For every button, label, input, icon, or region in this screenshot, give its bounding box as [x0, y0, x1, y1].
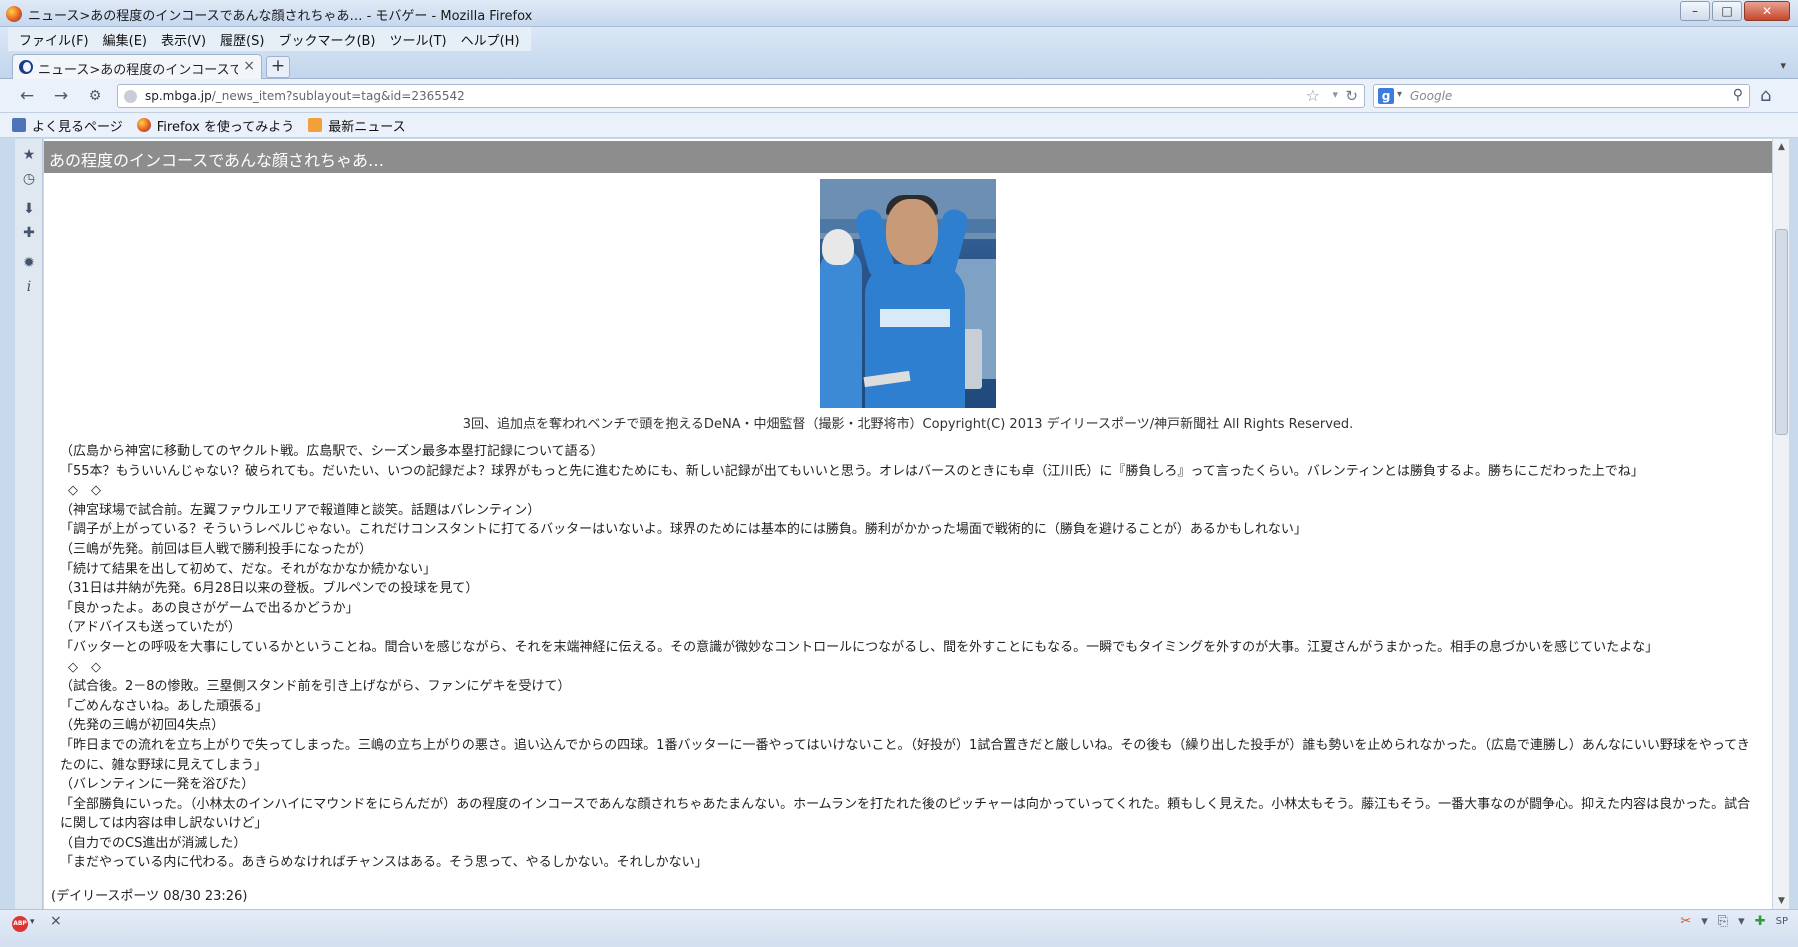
history-clock-icon[interactable]: ◷ [21, 171, 37, 187]
window-titlebar: ニュース>あの程度のインコースであんな顔されちゃあ… - モバゲー - Mozi… [0, 0, 1798, 27]
article-title: あの程度のインコースであんな顔されちゃあ… [49, 151, 385, 170]
article-paragraph: 「まだやっている内に代わる。あきらめなければチャンスはある。そう思って、やるしか… [60, 855, 708, 871]
tab-active[interactable]: ニュース>あの程度のインコースで... × [12, 54, 262, 79]
article-paragraph: （アドバイスも送っていたが） [60, 620, 241, 636]
addon-dropdown-icon[interactable]: ▾ [1738, 914, 1745, 929]
bookmark-getting-started[interactable]: Firefox を使ってみよう [136, 116, 294, 135]
settings-gear-icon[interactable]: ✹ [21, 255, 37, 271]
page-copy-icon[interactable]: ⎘ [1718, 914, 1728, 929]
menu-history[interactable]: 履歴(S) [213, 30, 271, 49]
article-paragraph: （先発の三嶋が初回4失点） [60, 718, 225, 734]
new-tab-button[interactable]: + [266, 56, 290, 78]
url-dropdown-icon[interactable]: ▾ [1332, 88, 1338, 101]
menu-bar: ファイル(F) 編集(E) 表示(V) 履歴(S) ブックマーク(B) ツール(… [0, 27, 1798, 51]
navigation-toolbar: ← → ⚙ sp.mbga.jp/_news_item?sublayout=ta… [0, 79, 1798, 113]
sp-addon-icon[interactable]: SP [1776, 916, 1788, 927]
bookmarks-toolbar: よく見るページ Firefox を使ってみよう 最新ニュース [0, 113, 1798, 138]
article-photo [820, 179, 996, 408]
article-body: （広島から神宮に移動してのヤクルト戦。広島駅で、シーズン最多本塁打記録について語… [60, 442, 1760, 873]
home-icon[interactable]: ⌂ [1760, 85, 1771, 106]
firefox-icon [136, 118, 151, 132]
bookmark-star-icon[interactable]: ☆ [1306, 86, 1320, 105]
addon-puzzle-icon[interactable]: ✚ [1755, 914, 1766, 929]
sidebar-toolbar: ★ ◷ ⬇ ✚ ✹ i [15, 139, 43, 909]
menu-file[interactable]: ファイル(F) [12, 30, 96, 49]
article-paragraph: （広島から神宮に移動してのヤクルト戦。広島駅で、シーズン最多本塁打記録について語… [60, 444, 604, 459]
rss-feed-icon [308, 118, 323, 132]
addon-bar: ABP ▾ × ✂ ▾ ⎘ ▾ ✚ SP [0, 909, 1798, 947]
article-paragraph: （神宮球場で試合前。左翼ファウルエリアで報道陣と談笑。話題はバレンティン） [60, 502, 541, 518]
section-divider: ◇ ◇ [68, 659, 101, 675]
url-bar[interactable]: sp.mbga.jp/_news_item?sublayout=tag&id=2… [117, 84, 1365, 108]
adblock-plus-icon[interactable]: ABP [12, 916, 28, 932]
addon-icons: ✂ ▾ ⎘ ▾ ✚ SP [1680, 914, 1788, 929]
section-divider: ◇ ◇ [68, 483, 101, 499]
bookmark-most-visited[interactable]: よく見るページ [12, 116, 123, 135]
addon-dropdown-icon[interactable]: ▾ [1701, 914, 1708, 929]
article-paragraph: （試合後。2－8の惨敗。三塁側スタンド前を引き上げながら、ファンにゲキを受けて） [60, 679, 571, 695]
adblock-dropdown-icon[interactable]: ▾ [30, 917, 35, 927]
vertical-scrollbar[interactable]: ▲ ▼ [1772, 139, 1789, 909]
forward-button[interactable]: → [50, 86, 72, 106]
article-paragraph: （三嶋が先発。前回は巨人戦で勝利投手になったが） [60, 541, 373, 557]
tab-list-chevron-icon[interactable]: ▾ [1780, 59, 1786, 72]
engine-dropdown-icon[interactable]: ▾ [1397, 89, 1402, 100]
addons-puzzle-icon[interactable]: ✚ [21, 225, 37, 241]
article-paragraph: 「昨日までの流れを立ち上がりで失ってしまった。三嶋の立ち上がりの悪さ。追い込んで… [60, 737, 1750, 773]
window-controls: – □ ✕ [1680, 1, 1790, 21]
article-paragraph: （31日は井納が先発。6月28日以来の登板。ブルペンでの投球を見て） [60, 581, 479, 597]
menu-help[interactable]: ヘルプ(H) [454, 30, 527, 49]
history-gear-icon[interactable]: ⚙ [84, 86, 106, 106]
url-text[interactable]: sp.mbga.jp/_news_item?sublayout=tag&id=2… [145, 89, 465, 103]
article-paragraph: 「バッターとの呼吸を大事にしているかということね。間合いを感じながら、それを末端… [60, 639, 1659, 655]
mobage-favicon-icon [19, 60, 33, 74]
menu-view[interactable]: 表示(V) [154, 30, 213, 49]
info-icon[interactable]: i [21, 279, 37, 295]
bookmark-folder-icon [12, 118, 26, 132]
article-paragraph: 「続けて結果を出して初めて、だな。それがなかなか続かない」 [60, 561, 436, 577]
menu-bookmarks[interactable]: ブックマーク(B) [271, 30, 382, 49]
tab-title: ニュース>あの程度のインコースで... [38, 63, 238, 78]
bookmarks-star-icon[interactable]: ★ [21, 147, 37, 163]
article-paragraph: 「55本？もういいんじゃない？破られても。だいたい、いつの記録だよ？球界がもっと… [60, 463, 1644, 479]
scroll-thumb[interactable] [1775, 229, 1788, 435]
bookmark-latest-news[interactable]: 最新ニュース [308, 116, 406, 135]
firefox-logo-icon [6, 6, 22, 22]
menu-tools[interactable]: ツール(T) [383, 30, 454, 49]
window-left-edge [0, 139, 15, 909]
article-paragraph: （バレンティンに一発を浴びた） [60, 777, 255, 793]
tab-bar: ニュース>あの程度のインコースで... × + ▾ [0, 51, 1798, 79]
tab-close-icon[interactable]: × [243, 58, 255, 74]
photo-caption: 3回、追加点を奪われベンチで頭を抱えるDeNA・中畑監督（撮影・北野将市）Cop… [462, 417, 1354, 432]
downloads-icon[interactable]: ⬇ [21, 201, 37, 217]
maximize-button[interactable]: □ [1712, 1, 1742, 21]
search-input[interactable]: Google [1410, 89, 1452, 103]
article-paragraph: 「調子が上がっている？そういうレベルじゃない。これだけコンスタントに打てるバッタ… [60, 522, 1307, 538]
page-content: あの程度のインコースであんな顔されちゃあ… 3回、追加点を奪われベンチで頭を抱え… [44, 139, 1772, 909]
article-paragraph: 「全部勝負にいった。（小林太のインハイにマウンドをにらんだが）あの程度のインコー… [60, 796, 1751, 832]
window-right-edge [1789, 139, 1798, 909]
reload-icon[interactable]: ↻ [1345, 87, 1358, 105]
article-paragraph: （自力でのCS進出が消滅した） [60, 835, 247, 851]
article-header: あの程度のインコースであんな顔されちゃあ… [44, 141, 1772, 173]
window-title: ニュース>あの程度のインコースであんな顔されちゃあ… - モバゲー - Mozi… [28, 9, 533, 24]
scroll-up-arrow-icon[interactable]: ▲ [1773, 139, 1790, 155]
article-source: (デイリースポーツ 08/30 23:26) [51, 889, 248, 904]
search-bar[interactable]: g ▾ Google ⚲ [1373, 84, 1750, 108]
site-identity-icon[interactable] [124, 90, 137, 103]
scroll-down-arrow-icon[interactable]: ▼ [1773, 893, 1790, 909]
close-addon-bar-icon[interactable]: × [50, 913, 62, 929]
close-window-button[interactable]: ✕ [1744, 1, 1790, 21]
screenshot-addon-icon[interactable]: ✂ [1680, 914, 1691, 929]
google-engine-icon[interactable]: g [1378, 88, 1394, 104]
search-icon[interactable]: ⚲ [1733, 87, 1743, 103]
minimize-button[interactable]: – [1680, 1, 1710, 21]
article-paragraph: 「良かったよ。あの良さがゲームで出るかどうか」 [60, 600, 359, 616]
menu-edit[interactable]: 編集(E) [96, 30, 154, 49]
back-button[interactable]: ← [16, 86, 38, 106]
article-paragraph: 「ごめんなさいね。あした頑張る」 [60, 698, 269, 714]
